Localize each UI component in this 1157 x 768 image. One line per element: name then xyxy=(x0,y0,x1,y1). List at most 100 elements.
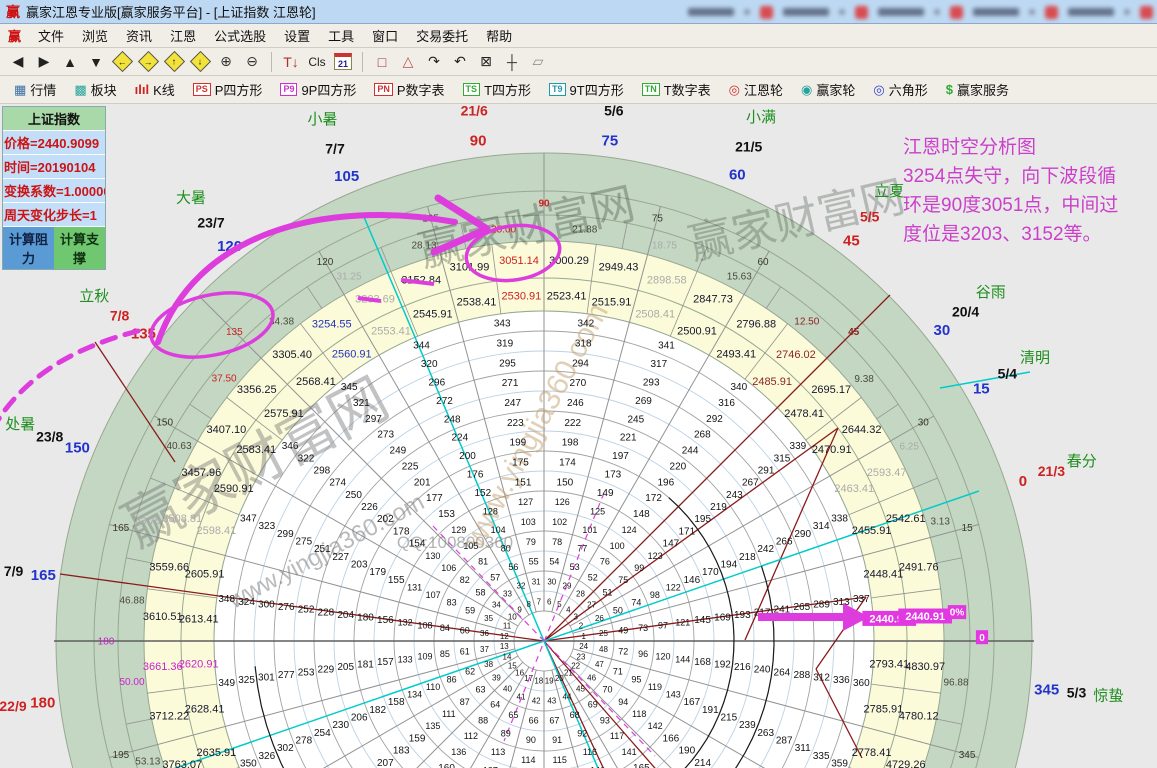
9t-square-button[interactable]: T99T四方形 xyxy=(541,77,632,102)
svg-text:144: 144 xyxy=(675,654,690,664)
winner-service-button[interactable]: $赢家服务 xyxy=(938,77,1017,102)
svg-text:102: 102 xyxy=(552,517,567,527)
eraser-icon[interactable]: ▱ xyxy=(526,51,550,73)
svg-text:2560.91: 2560.91 xyxy=(332,348,372,360)
svg-text:292: 292 xyxy=(706,414,723,425)
menu-file[interactable]: 文件 xyxy=(29,27,73,46)
svg-text:178: 178 xyxy=(393,526,410,537)
p9-badge-icon: P9 xyxy=(280,83,297,96)
svg-text:37: 37 xyxy=(480,645,489,654)
t-table-button[interactable]: TNT数字表 xyxy=(634,77,719,102)
calc-support-button[interactable]: 计算支撑 xyxy=(54,227,105,269)
svg-text:173: 173 xyxy=(605,470,622,481)
step-row: 周天变化步长=1 xyxy=(3,203,105,227)
svg-text:115: 115 xyxy=(553,755,567,765)
svg-text:2590.91: 2590.91 xyxy=(214,483,254,495)
svg-text:214: 214 xyxy=(694,758,711,768)
menu-browse[interactable]: 浏览 xyxy=(73,27,117,46)
calc-resistance-button[interactable]: 计算阻力 xyxy=(3,227,54,269)
svg-text:155: 155 xyxy=(388,575,405,586)
menu-gann[interactable]: 江恩 xyxy=(161,27,205,46)
menu-help[interactable]: 帮助 xyxy=(477,27,521,46)
svg-text:22/9: 22/9 xyxy=(0,698,27,714)
svg-text:347: 347 xyxy=(240,514,257,525)
down-icon[interactable]: ▼ xyxy=(84,51,108,73)
svg-text:5/4: 5/4 xyxy=(998,366,1018,382)
hexagon-button[interactable]: ◎六角形 xyxy=(865,77,935,102)
cls-button[interactable]: Cls xyxy=(305,51,329,73)
shift-right-icon[interactable]: → xyxy=(136,51,160,73)
svg-text:206: 206 xyxy=(351,713,368,724)
svg-text:226: 226 xyxy=(361,502,378,513)
svg-text:114: 114 xyxy=(521,755,535,765)
svg-text:326: 326 xyxy=(258,751,275,762)
svg-text:321: 321 xyxy=(353,398,370,409)
svg-text:340: 340 xyxy=(730,382,747,393)
svg-text:296: 296 xyxy=(428,377,445,388)
svg-text:0: 0 xyxy=(1019,473,1027,490)
t-square-button[interactable]: TST四方形 xyxy=(455,77,539,102)
shift-up-icon[interactable]: ↑ xyxy=(162,51,186,73)
gann-wheel-button[interactable]: ◎江恩轮 xyxy=(721,77,791,102)
analysis-note-line-2: 3254点失守，向下波段循 xyxy=(903,162,1155,191)
rect-tool-icon[interactable]: □ xyxy=(370,51,394,73)
calendar-icon[interactable]: 21 xyxy=(331,51,355,73)
svg-text:5/6: 5/6 xyxy=(604,104,624,119)
menu-settings[interactable]: 设置 xyxy=(275,27,319,46)
svg-text:37.50: 37.50 xyxy=(212,374,237,385)
p-square-button[interactable]: PSP四方形 xyxy=(185,77,271,102)
expand-icon[interactable]: ⊠ xyxy=(474,51,498,73)
svg-text:2508.41: 2508.41 xyxy=(635,308,675,320)
center-icon[interactable]: ┼ xyxy=(500,51,524,73)
svg-text:301: 301 xyxy=(258,673,275,684)
kline-button[interactable]: ılılK线 xyxy=(127,77,183,102)
rotate-ccw-icon[interactable]: ↶ xyxy=(448,51,472,73)
back-icon[interactable]: ◀ xyxy=(6,51,30,73)
svg-text:3051.14: 3051.14 xyxy=(499,255,539,267)
shift-down-icon[interactable]: ↓ xyxy=(188,51,212,73)
svg-text:17: 17 xyxy=(524,674,533,683)
svg-text:4780.12: 4780.12 xyxy=(899,711,939,723)
zoom-in-icon[interactable]: ⊕ xyxy=(214,51,238,73)
svg-text:8: 8 xyxy=(526,600,531,609)
menu-window[interactable]: 窗口 xyxy=(363,27,407,46)
svg-text:295: 295 xyxy=(499,358,516,369)
winner-wheel-button[interactable]: ◉赢家轮 xyxy=(793,77,863,102)
triangle-tool-icon[interactable]: △ xyxy=(396,51,420,73)
p-table-button[interactable]: PNP数字表 xyxy=(366,77,452,102)
up-icon[interactable]: ▲ xyxy=(58,51,82,73)
svg-text:143: 143 xyxy=(666,690,681,700)
svg-text:2463.41: 2463.41 xyxy=(834,483,874,495)
rotate-cw-icon[interactable]: ↷ xyxy=(422,51,446,73)
menu-formula-stock-pick[interactable]: 公式选股 xyxy=(205,27,275,46)
svg-text:2448.41: 2448.41 xyxy=(864,569,904,581)
shift-left-icon[interactable]: ← xyxy=(110,51,134,73)
svg-text:298: 298 xyxy=(314,466,331,477)
svg-text:46.88: 46.88 xyxy=(119,596,144,607)
svg-text:159: 159 xyxy=(409,733,426,744)
svg-text:68: 68 xyxy=(570,710,580,720)
forward-icon[interactable]: ▶ xyxy=(32,51,56,73)
9p-square-button[interactable]: P99P四方形 xyxy=(272,77,364,102)
menu-tools[interactable]: 工具 xyxy=(319,27,363,46)
svg-text:53: 53 xyxy=(570,562,580,572)
svg-text:109: 109 xyxy=(417,652,432,662)
svg-text:4: 4 xyxy=(566,605,571,614)
svg-text:2478.41: 2478.41 xyxy=(784,408,824,420)
svg-text:立秋: 立秋 xyxy=(79,288,109,305)
svg-text:87: 87 xyxy=(460,697,470,707)
svg-text:182: 182 xyxy=(369,705,386,716)
svg-text:348: 348 xyxy=(218,594,235,605)
zoom-out-icon[interactable]: ⊖ xyxy=(240,51,264,73)
svg-text:345: 345 xyxy=(341,382,358,393)
hexagon-icon: ◎ xyxy=(873,82,884,98)
t-axis-icon[interactable]: T↓ xyxy=(279,51,303,73)
svg-text:2530.91: 2530.91 xyxy=(502,291,542,303)
menu-trade[interactable]: 交易委托 xyxy=(407,27,477,46)
menu-news[interactable]: 资讯 xyxy=(117,27,161,46)
svg-text:336: 336 xyxy=(833,675,850,686)
quotes-button[interactable]: ▦行情 xyxy=(6,77,64,102)
svg-text:200: 200 xyxy=(459,451,476,462)
sectors-button[interactable]: ▩板块 xyxy=(66,77,124,102)
svg-text:60: 60 xyxy=(460,626,470,636)
